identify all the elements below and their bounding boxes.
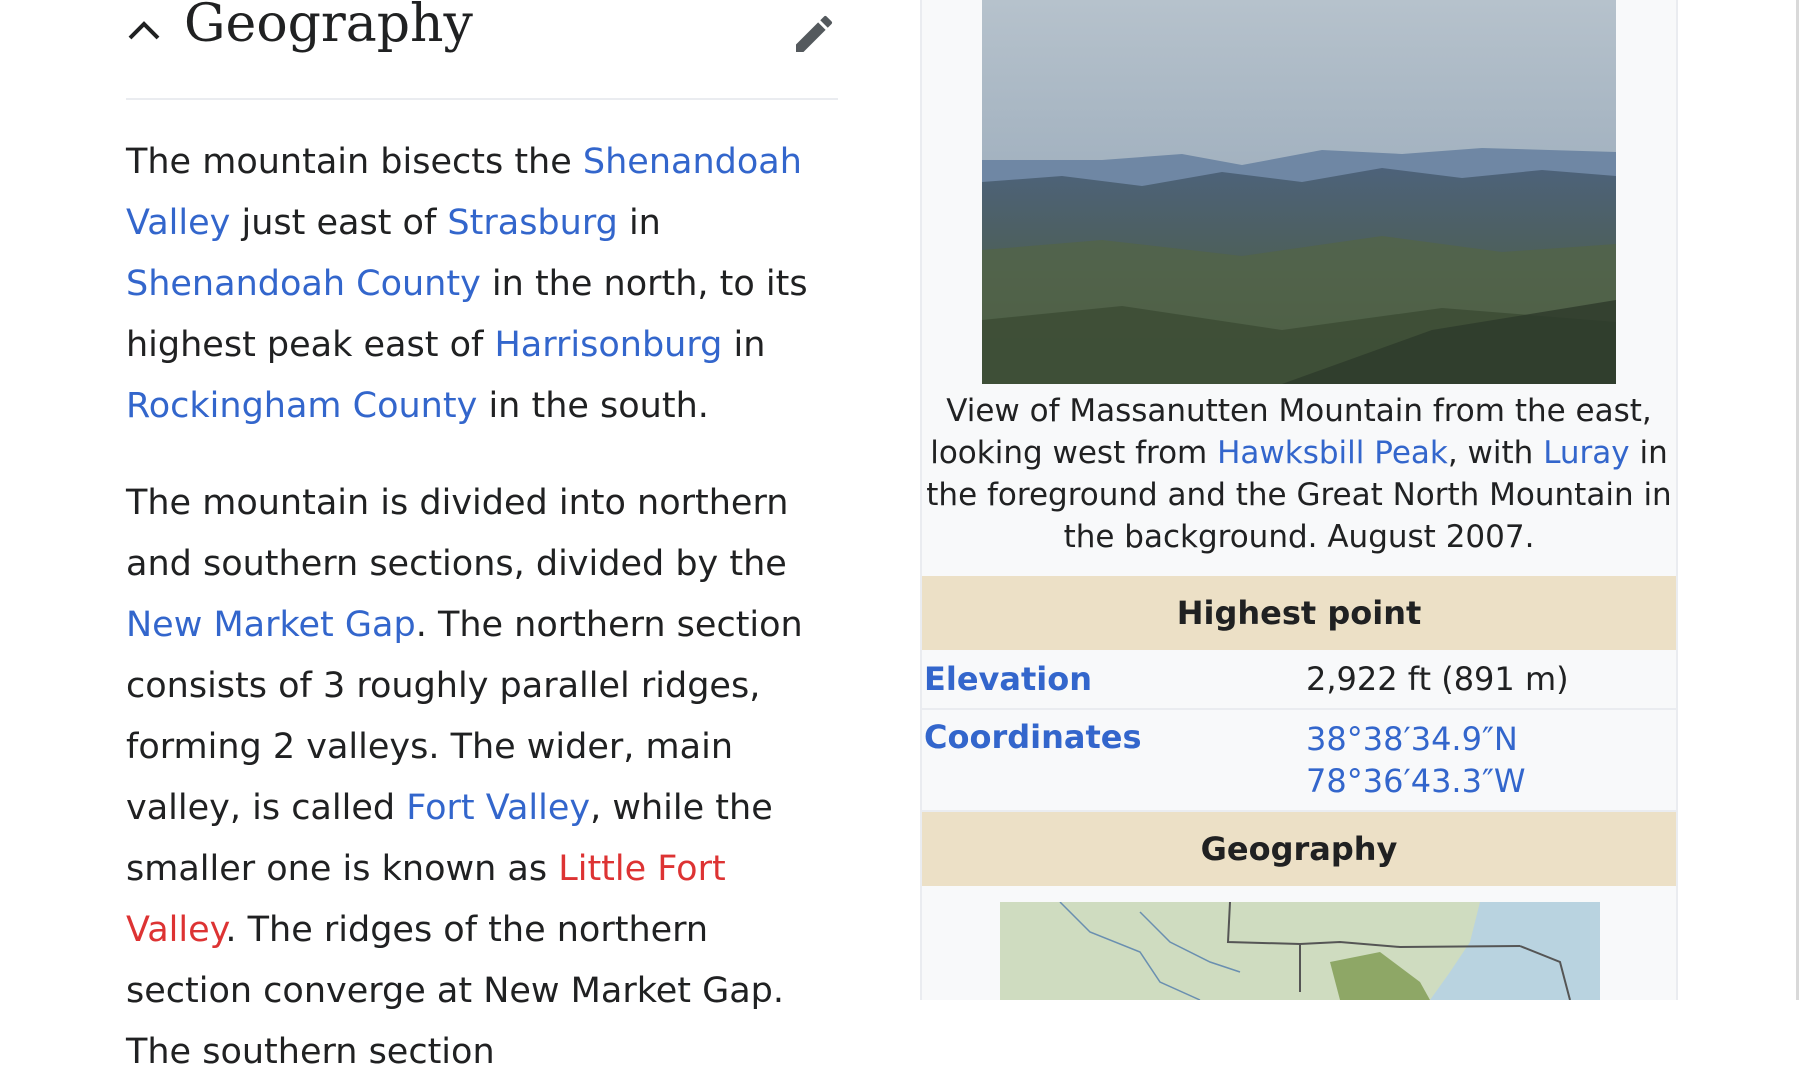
- geography-header: Geography: [922, 812, 1676, 886]
- pencil-icon[interactable]: [790, 10, 838, 58]
- coordinates-longitude-link[interactable]: 78°36′43.3″W: [1306, 762, 1526, 800]
- text: in: [617, 203, 661, 243]
- coordinates-label-link[interactable]: Coordinates: [924, 718, 1142, 756]
- text: just east of: [230, 203, 448, 243]
- link-luray[interactable]: Luray: [1543, 435, 1629, 471]
- mountain-photo[interactable]: [982, 0, 1616, 384]
- text: . The ridges of the northern section con…: [126, 910, 785, 1072]
- highest-point-header: Highest point: [922, 576, 1676, 650]
- elevation-row: Elevation 2,922 ft (891 m): [922, 650, 1676, 710]
- location-map[interactable]: [1000, 902, 1600, 1000]
- text: , with: [1447, 435, 1544, 471]
- paragraph: The mountain bisects the Shenandoah Vall…: [126, 132, 838, 437]
- link-harrisonburg[interactable]: Harrisonburg: [494, 325, 722, 365]
- text: The mountain is divided into northern an…: [126, 483, 789, 584]
- text: The mountain bisects the: [126, 142, 583, 182]
- link-shenandoah-county[interactable]: Shenandoah County: [126, 264, 481, 304]
- coordinates-value[interactable]: 38°38′34.9″N 78°36′43.3″W: [1306, 718, 1526, 802]
- text: in: [722, 325, 766, 365]
- scrollbar[interactable]: [1796, 0, 1799, 1000]
- article-content: Geography The mountain bisects the Shena…: [126, 0, 838, 1083]
- link-hawksbill-peak[interactable]: Hawksbill Peak: [1217, 435, 1448, 471]
- elevation-value: 2,922 ft (891 m): [1306, 660, 1569, 698]
- infobox: View of Massanutten Mountain from the ea…: [920, 0, 1678, 1000]
- paragraph: The mountain is divided into northern an…: [126, 473, 838, 1083]
- chevron-up-icon[interactable]: [126, 14, 162, 46]
- link-new-market-gap[interactable]: New Market Gap: [126, 605, 416, 645]
- photo-caption: View of Massanutten Mountain from the ea…: [922, 390, 1676, 558]
- section-title: Geography: [184, 0, 473, 54]
- link-strasburg[interactable]: Strasburg: [447, 203, 617, 243]
- coordinates-row: Coordinates 38°38′34.9″N 78°36′43.3″W: [922, 710, 1676, 812]
- link-fort-valley[interactable]: Fort Valley: [406, 788, 590, 828]
- section-header[interactable]: Geography: [126, 0, 838, 100]
- elevation-label-link[interactable]: Elevation: [924, 660, 1092, 698]
- link-rockingham-county[interactable]: Rockingham County: [126, 386, 477, 426]
- text: in the south.: [477, 386, 709, 426]
- coordinates-latitude-link[interactable]: 38°38′34.9″N: [1306, 720, 1518, 758]
